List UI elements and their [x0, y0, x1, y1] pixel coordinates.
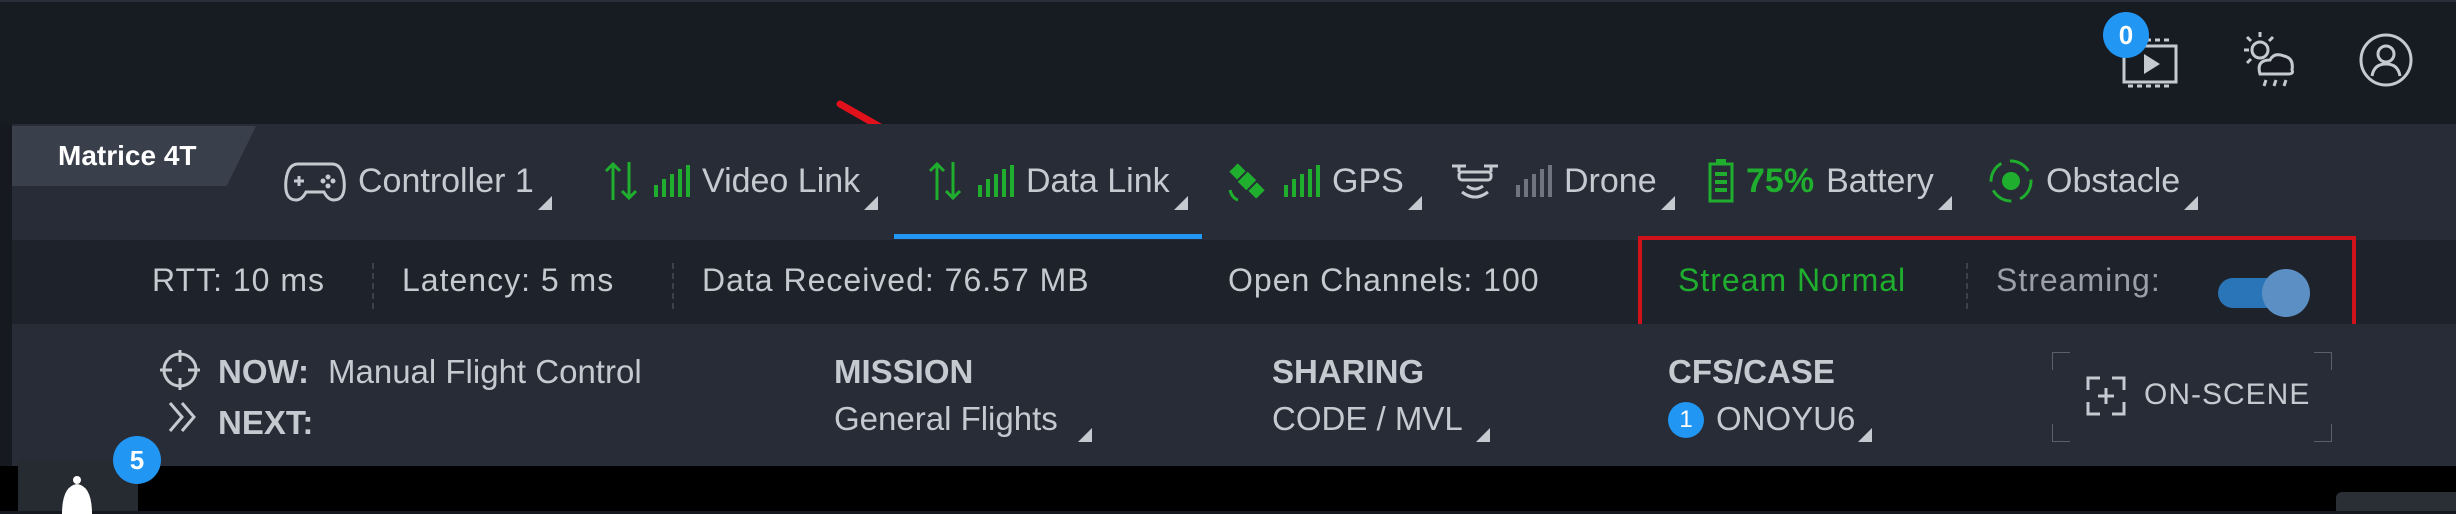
user-account-icon [2359, 33, 2413, 87]
on-scene-label: ON-SCENE [2144, 378, 2311, 411]
tab-battery[interactable]: 75% Battery [1708, 150, 1952, 212]
rtt-stat: RTT: 10 ms [152, 262, 325, 298]
on-scene-button[interactable]: ON-SCENE [2052, 352, 2332, 442]
tab-data-link-label: Data Link [1026, 161, 1170, 200]
aircraft-model-label: Matrice 4T [12, 126, 256, 186]
tab-gps[interactable]: GPS [1226, 150, 1422, 212]
user-account-button[interactable] [2356, 30, 2416, 90]
tab-gps-label: GPS [1332, 161, 1404, 200]
mission-dropdown-icon[interactable] [1078, 428, 1092, 442]
dropdown-corner-icon [1660, 196, 1675, 210]
signal-strength-icon [978, 165, 1014, 197]
satellite-icon [1228, 163, 1265, 202]
tab-video-link-label: Video Link [702, 161, 861, 200]
media-count-badge: 0 [2103, 12, 2149, 58]
active-tab-indicator [894, 234, 1202, 239]
tab-video-link[interactable]: Video Link [604, 150, 879, 212]
sharing-dropdown-icon[interactable] [1476, 428, 1490, 442]
separator [372, 263, 374, 309]
signal-transfer-icon [928, 161, 962, 201]
controller-icon [284, 162, 346, 202]
bell-icon [62, 476, 92, 514]
signal-strength-icon [654, 165, 690, 197]
signal-strength-icon [1284, 165, 1320, 197]
tab-controller[interactable]: Controller 1 [284, 150, 552, 212]
bottom-panel [0, 466, 2456, 511]
focus-frame-icon [2086, 376, 2126, 416]
dropdown-corner-icon [1937, 196, 1952, 210]
dropdown-corner-icon [1173, 196, 1188, 210]
weather-icon [2244, 32, 2294, 87]
weather-button[interactable] [2238, 30, 2298, 90]
mission-label: MISSION [834, 353, 974, 390]
signal-strength-icon [1516, 165, 1552, 197]
bottom-right-panel [2336, 492, 2456, 511]
sharing-value[interactable]: CODE / MVL [1272, 400, 1463, 438]
now-value: Manual Flight Control [328, 353, 642, 390]
obstacle-sensor-icon [1989, 159, 2033, 203]
notification-count-badge: 5 [113, 436, 161, 484]
tab-data-link[interactable]: Data Link [928, 150, 1188, 212]
tab-obstacle-label: Obstacle [2046, 161, 2181, 200]
dropdown-corner-icon [1407, 196, 1422, 210]
now-label: NOW: [218, 353, 310, 390]
dropdown-corner-icon [2184, 196, 2199, 210]
top-bar [0, 0, 2456, 124]
drone-icon [1452, 164, 1498, 199]
separator [672, 263, 674, 309]
data-received-stat: Data Received: 76.57 MB [702, 262, 1090, 298]
tab-drone-label: Drone [1564, 161, 1657, 200]
dropdown-corner-icon [537, 196, 552, 210]
sharing-label: SHARING [1272, 353, 1425, 390]
battery-icon [1708, 159, 1734, 203]
cfs-dropdown-icon[interactable] [1858, 428, 1872, 442]
crosshair-icon [160, 350, 200, 390]
next-label: NEXT: [218, 404, 314, 441]
signal-transfer-icon [604, 161, 638, 201]
dropdown-corner-icon [864, 196, 879, 210]
cfs-case-label: CFS/CASE [1668, 353, 1835, 390]
tab-controller-label: Controller 1 [358, 161, 534, 200]
mission-value[interactable]: General Flights [834, 400, 1058, 438]
tab-obstacle[interactable]: Obstacle [1988, 150, 2199, 212]
tab-drone[interactable]: Drone [1450, 150, 1675, 212]
cfs-count-badge: 1 [1668, 402, 1704, 438]
cfs-case-value[interactable]: ONOYU6 [1716, 400, 1855, 438]
battery-percentage: 75% [1746, 161, 1815, 200]
open-channels-stat: Open Channels: 100 [1228, 262, 1540, 298]
double-chevron-icon [168, 402, 196, 432]
latency-stat: Latency: 5 ms [402, 262, 615, 298]
tab-battery-label: Battery [1826, 161, 1934, 200]
